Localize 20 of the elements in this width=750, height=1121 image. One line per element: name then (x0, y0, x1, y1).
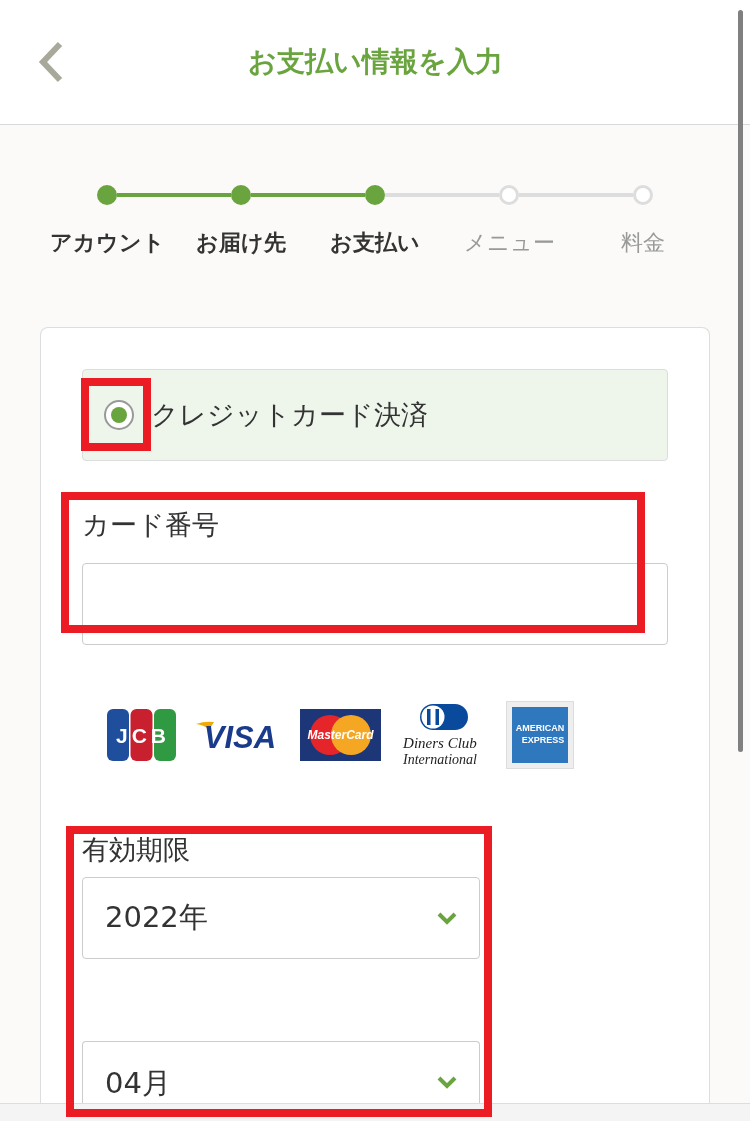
chevron-down-icon (437, 911, 457, 925)
radio-button[interactable] (104, 400, 134, 430)
dropdown-select[interactable]: 04月 (82, 1041, 480, 1103)
payment-option-label: クレジットカード決済 (151, 398, 428, 432)
dropdown-select[interactable]: 2022年 (82, 877, 480, 959)
card-brand-logo: Diners Club International (398, 702, 482, 768)
field-label: 有効期限 (82, 833, 190, 867)
field-label: カード番号 (82, 508, 219, 542)
chevron-down-icon (437, 1075, 457, 1089)
card-brand-logo: AMERICAN EXPRESS (506, 701, 574, 769)
page-title: お支払い情報を入力 (247, 44, 503, 80)
step-label: メニュー (463, 230, 555, 256)
chevron-left-icon (38, 41, 64, 83)
step-label: 料金 (621, 230, 665, 256)
card-number-field[interactable] (82, 563, 668, 645)
card-brand-logo: VISA (196, 719, 283, 751)
payment-option[interactable]: クレジットカード決済 (82, 369, 668, 461)
step-label: お届け先 (196, 230, 286, 256)
step-label: お支払い (330, 230, 420, 256)
step-label: アカウント (49, 230, 165, 256)
